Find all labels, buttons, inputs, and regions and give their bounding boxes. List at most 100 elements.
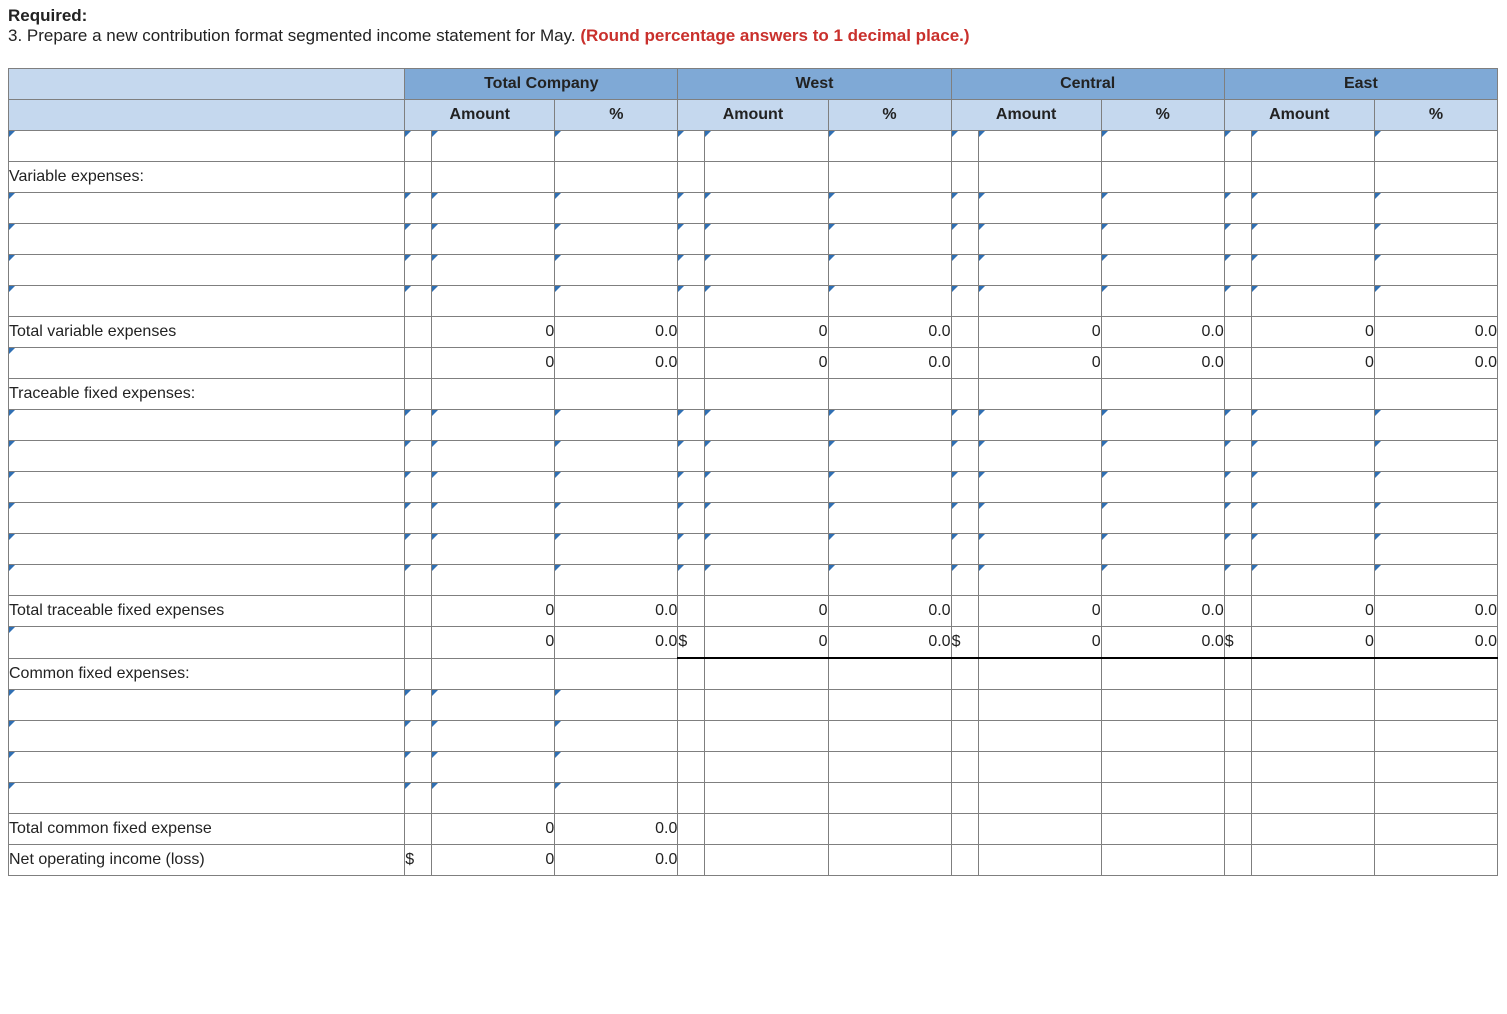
cell-input[interactable] [1224, 472, 1251, 503]
cell-input[interactable] [405, 534, 432, 565]
cell-input[interactable] [405, 224, 432, 255]
cell-input[interactable] [1251, 255, 1374, 286]
cell-input[interactable] [951, 503, 978, 534]
cell-input[interactable] [1224, 224, 1251, 255]
cell-input[interactable] [978, 410, 1101, 441]
cell-input[interactable] [951, 472, 978, 503]
cell-input[interactable] [432, 565, 555, 596]
line-item-input[interactable] [9, 441, 405, 472]
cell-input[interactable] [432, 534, 555, 565]
cell-input[interactable] [978, 224, 1101, 255]
cell-input[interactable] [705, 441, 828, 472]
cell-input[interactable] [555, 410, 678, 441]
cell-input[interactable] [1374, 255, 1497, 286]
cell-input[interactable] [828, 441, 951, 472]
cell-input[interactable] [951, 286, 978, 317]
cell-input[interactable] [1374, 410, 1497, 441]
cell-input[interactable] [678, 472, 705, 503]
line-item-input[interactable] [9, 627, 405, 659]
cell-input[interactable] [555, 721, 678, 752]
cell-input[interactable] [432, 193, 555, 224]
cell-input[interactable] [1101, 565, 1224, 596]
cell-input[interactable] [432, 286, 555, 317]
cell-input[interactable] [1374, 193, 1497, 224]
cell-input[interactable] [978, 534, 1101, 565]
cell-input[interactable] [828, 472, 951, 503]
cell-input[interactable] [1374, 131, 1497, 162]
cell-input[interactable] [951, 131, 978, 162]
cell-input[interactable] [1224, 255, 1251, 286]
cell-input[interactable] [405, 690, 432, 721]
cell-input[interactable] [1101, 441, 1224, 472]
cell-input[interactable] [978, 565, 1101, 596]
cell-input[interactable] [828, 534, 951, 565]
cell-input[interactable] [978, 193, 1101, 224]
cell-input[interactable] [828, 286, 951, 317]
cell-input[interactable] [405, 503, 432, 534]
cell-input[interactable] [828, 565, 951, 596]
line-item-input[interactable] [9, 286, 405, 317]
cell-input[interactable] [1224, 565, 1251, 596]
cell-input[interactable] [432, 410, 555, 441]
cell-input[interactable] [1374, 534, 1497, 565]
line-item-input[interactable] [9, 348, 405, 379]
cell-input[interactable] [1101, 224, 1224, 255]
cell-input[interactable] [555, 783, 678, 814]
cell-input[interactable] [678, 286, 705, 317]
line-item-input[interactable] [9, 690, 405, 721]
cell-input[interactable] [828, 193, 951, 224]
line-item-input[interactable] [9, 224, 405, 255]
cell-input[interactable] [405, 255, 432, 286]
cell-input[interactable] [1374, 565, 1497, 596]
cell-input[interactable] [405, 193, 432, 224]
cell-input[interactable] [705, 255, 828, 286]
cell-input[interactable] [951, 565, 978, 596]
line-item-input[interactable] [9, 410, 405, 441]
cell-input[interactable] [1251, 131, 1374, 162]
cell-input[interactable] [405, 752, 432, 783]
cell-input[interactable] [705, 472, 828, 503]
cell-input[interactable] [405, 286, 432, 317]
cell-input[interactable] [678, 255, 705, 286]
cell-input[interactable] [678, 503, 705, 534]
cell-input[interactable] [432, 690, 555, 721]
cell-input[interactable] [555, 565, 678, 596]
cell-input[interactable] [978, 441, 1101, 472]
cell-input[interactable] [405, 783, 432, 814]
cell-input[interactable] [1101, 472, 1224, 503]
cell-input[interactable] [432, 721, 555, 752]
cell-input[interactable] [678, 565, 705, 596]
line-item-input[interactable] [9, 193, 405, 224]
cell-input[interactable] [405, 131, 432, 162]
cell-input[interactable] [405, 721, 432, 752]
cell-input[interactable] [432, 255, 555, 286]
cell-input[interactable] [1251, 534, 1374, 565]
cell-input[interactable] [978, 286, 1101, 317]
cell-input[interactable] [1251, 441, 1374, 472]
line-item-input[interactable] [9, 721, 405, 752]
cell-input[interactable] [951, 224, 978, 255]
cell-input[interactable] [555, 503, 678, 534]
cell-input[interactable] [405, 441, 432, 472]
cell-input[interactable] [1251, 565, 1374, 596]
line-item-input[interactable] [9, 783, 405, 814]
cell-input[interactable] [432, 472, 555, 503]
cell-input[interactable] [678, 193, 705, 224]
cell-input[interactable] [828, 503, 951, 534]
cell-input[interactable] [405, 565, 432, 596]
cell-input[interactable] [555, 534, 678, 565]
cell-input[interactable] [1101, 255, 1224, 286]
line-item-input[interactable] [9, 565, 405, 596]
cell-input[interactable] [1224, 131, 1251, 162]
cell-input[interactable] [432, 503, 555, 534]
cell-input[interactable] [1374, 224, 1497, 255]
line-item-input[interactable] [9, 534, 405, 565]
cell-input[interactable] [678, 131, 705, 162]
cell-input[interactable] [1224, 286, 1251, 317]
cell-input[interactable] [951, 193, 978, 224]
cell-input[interactable] [678, 441, 705, 472]
cell-input[interactable] [1101, 131, 1224, 162]
cell-input[interactable] [678, 410, 705, 441]
cell-input[interactable] [1101, 193, 1224, 224]
cell-input[interactable] [1251, 410, 1374, 441]
